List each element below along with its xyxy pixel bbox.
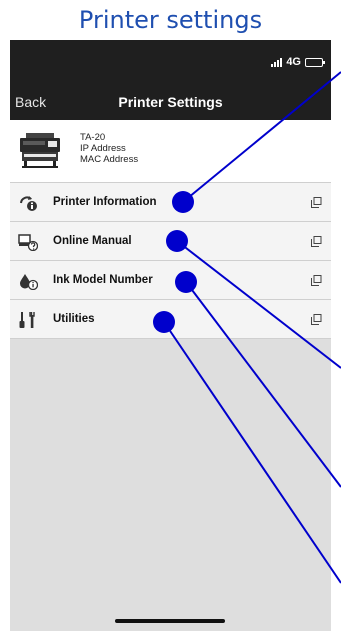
- menu-item-online-manual[interactable]: Online Manual: [10, 222, 331, 261]
- status-indicators: 4G: [271, 55, 325, 69]
- status-bar: 4G: [10, 40, 331, 84]
- menu-item-label: Utilities: [53, 313, 95, 325]
- utilities-icon: [19, 312, 35, 328]
- menu-item-label: Printer Information: [53, 196, 157, 208]
- menu-item-printer-information[interactable]: Printer Information: [10, 183, 331, 222]
- printer-details: TA-20 IP Address MAC Address: [80, 132, 138, 165]
- home-indicator: [115, 619, 225, 623]
- printer-model: TA-20: [80, 132, 106, 143]
- navigation-bar: Back Printer Settings: [10, 84, 331, 120]
- external-link-icon: [311, 275, 322, 286]
- external-link-icon: [311, 197, 322, 208]
- signal-icon: [271, 57, 283, 67]
- network-type: 4G: [286, 56, 301, 68]
- external-link-icon: [311, 314, 322, 325]
- printer-info-icon: [20, 196, 37, 211]
- printer-ip: IP Address: [80, 143, 126, 154]
- external-link-icon: [311, 236, 322, 247]
- menu-item-ink-model-number[interactable]: Ink Model Number: [10, 261, 331, 300]
- menu-item-label: Ink Model Number: [53, 274, 153, 286]
- ink-model-icon: [20, 274, 38, 290]
- menu-item-utilities[interactable]: Utilities: [10, 300, 331, 339]
- figure-caption: Printer settings: [78, 6, 263, 34]
- printer-icon: [20, 133, 60, 168]
- online-manual-icon: [18, 234, 38, 251]
- settings-menu: Printer Information Online Manual Ink Mo…: [10, 183, 331, 339]
- battery-icon: [305, 57, 325, 67]
- menu-item-label: Online Manual: [53, 235, 132, 247]
- page-title: Printer Settings: [118, 94, 223, 110]
- phone-screen: 4G Back Printer Settings TA-20 IP Addres…: [10, 40, 331, 631]
- printer-mac: MAC Address: [80, 154, 139, 165]
- printer-card: TA-20 IP Address MAC Address: [10, 120, 331, 183]
